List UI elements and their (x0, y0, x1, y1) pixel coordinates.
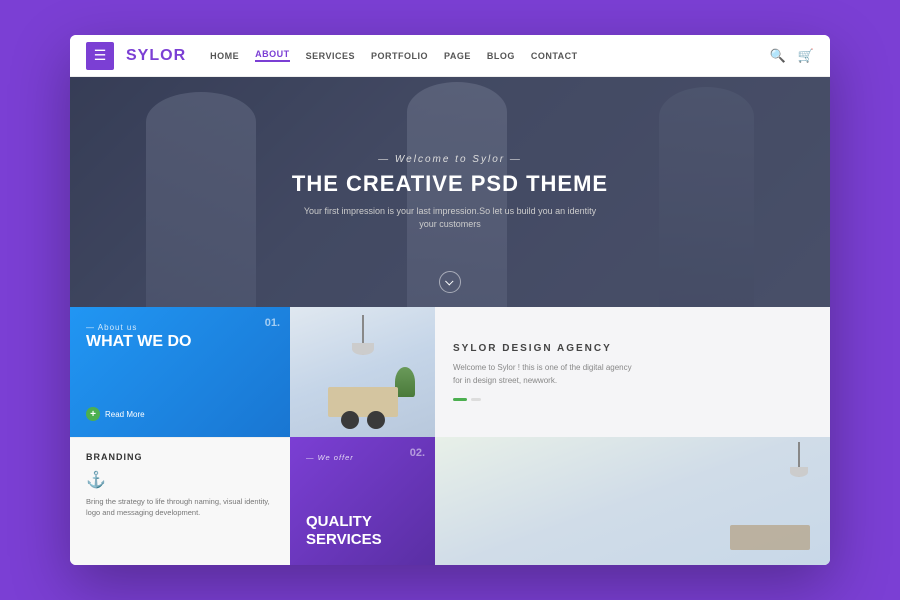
right-column: SYLOR DESIGN AGENCY Welcome to Sylor ! t… (435, 307, 830, 565)
quality-services-card: 02. We offer QUALITY SERVICES (290, 437, 435, 565)
plus-icon: + (86, 407, 100, 421)
logo-text: SYL (126, 47, 160, 64)
branding-title: BRANDING (86, 452, 274, 462)
scroll-down-button[interactable] (439, 271, 461, 293)
navbar-icons: 🔍 🛒 (770, 48, 814, 64)
blue-card-inner: About us WHAT WE DO (86, 323, 274, 351)
read-more-button[interactable]: + Read More (86, 407, 274, 421)
lamp-decoration (362, 315, 364, 355)
middle-column: 02. We offer QUALITY SERVICES (290, 307, 435, 565)
lamp-decoration-2 (798, 442, 800, 477)
what-we-do-title: WHAT WE DO (86, 332, 274, 351)
left-column: 01. About us WHAT WE DO + Read More BRAN… (70, 307, 290, 565)
what-we-do-card: 01. About us WHAT WE DO + Read More (70, 307, 290, 437)
search-icon[interactable]: 🔍 (770, 48, 786, 64)
dot-inactive[interactable] (471, 398, 481, 401)
browser-window: ☰ SYLOR HOME ABOUT SERVICES PORTFOLIO PA… (70, 35, 830, 565)
hamburger-button[interactable]: ☰ (86, 42, 114, 70)
dot-active[interactable] (453, 398, 467, 401)
interior-image-1 (290, 307, 435, 437)
chair-1 (341, 411, 359, 429)
branding-card: BRANDING ⚓ Bring the strategy to life th… (70, 437, 290, 565)
read-more-label: Read More (105, 410, 145, 419)
cart-icon[interactable]: 🛒 (798, 48, 814, 64)
nav-about[interactable]: ABOUT (255, 49, 290, 62)
logo-accent: OR (160, 47, 186, 64)
nav-menu: HOME ABOUT SERVICES PORTFOLIO PAGE BLOG … (210, 49, 770, 62)
hero-title: THE CREATIVE PSD THEME (292, 171, 608, 197)
navbar: ☰ SYLOR HOME ABOUT SERVICES PORTFOLIO PA… (70, 35, 830, 77)
table-decoration-2 (730, 525, 810, 550)
hero-subtitle: Welcome to Sylor (378, 154, 522, 165)
hero-description: Your first impression is your last impre… (300, 205, 600, 230)
nav-contact[interactable]: CONTACT (531, 51, 578, 61)
branding-description: Bring the strategy to life through namin… (86, 496, 274, 519)
interior-image-2 (435, 437, 830, 565)
anchor-icon: ⚓ (86, 470, 274, 490)
site-logo[interactable]: SYLOR (126, 47, 186, 65)
chair-2 (367, 411, 385, 429)
hero-section: Welcome to Sylor THE CREATIVE PSD THEME … (70, 77, 830, 307)
chairs-decoration (341, 411, 385, 429)
nav-services[interactable]: SERVICES (306, 51, 355, 61)
card-number-2: 02. (410, 447, 425, 459)
hamburger-icon: ☰ (94, 47, 107, 64)
nav-home[interactable]: HOME (210, 51, 239, 61)
nav-portfolio[interactable]: PORTFOLIO (371, 51, 428, 61)
agency-title: SYLOR DESIGN AGENCY (453, 343, 812, 354)
we-offer-label: We offer (306, 453, 419, 462)
nav-page[interactable]: PAGE (444, 51, 471, 61)
nav-blog[interactable]: BLOG (487, 51, 515, 61)
chevron-down-icon (445, 277, 453, 285)
agency-card: SYLOR DESIGN AGENCY Welcome to Sylor ! t… (435, 307, 830, 437)
quality-services-title: QUALITY SERVICES (306, 513, 419, 549)
content-grid: 01. About us WHAT WE DO + Read More BRAN… (70, 307, 830, 565)
agency-pagination (453, 398, 812, 401)
plant-decoration (395, 367, 415, 397)
agency-description: Welcome to Sylor ! this is one of the di… (453, 362, 633, 388)
about-us-label: About us (86, 323, 274, 332)
